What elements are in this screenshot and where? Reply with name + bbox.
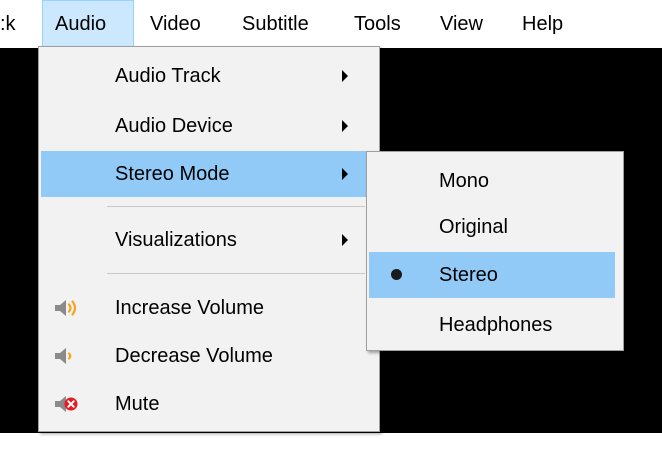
volume-down-icon	[55, 348, 72, 364]
submenu-arrow-icon	[342, 234, 348, 246]
menubar-item-view[interactable]: View	[440, 0, 496, 48]
menubar-item-label: Help	[522, 13, 564, 35]
menubar-item-label: Subtitle	[242, 13, 309, 35]
menubar-item-video[interactable]: Video	[150, 0, 220, 48]
audio-menu: Audio Track Audio Device Stereo Mode Vis…	[38, 46, 380, 432]
menu-item-label: Mute	[115, 393, 160, 415]
menubar-item-label: View	[440, 13, 483, 35]
menu-item-label: Increase Volume	[115, 297, 264, 319]
menu-item-label: Visualizations	[115, 229, 237, 251]
menu-item-label: Audio Device	[115, 115, 233, 137]
submenu-arrow-icon	[342, 120, 348, 132]
menu-item-label: Stereo	[439, 264, 498, 286]
menubar-item-label: :k	[0, 13, 16, 35]
menu-item-label: Audio Track	[115, 65, 221, 87]
menubar: :k Audio Video Subtitle Tools View Help	[0, 0, 662, 48]
menu-item-label: Original	[439, 216, 508, 238]
menu-item-audio-track[interactable]: Audio Track	[41, 53, 377, 99]
menu-item-label: Decrease Volume	[115, 345, 273, 367]
menubar-item-tools[interactable]: Tools	[354, 0, 416, 48]
menubar-item-subtitle[interactable]: Subtitle	[242, 0, 338, 48]
menubar-item-label: Video	[150, 13, 201, 35]
menubar-item-playback[interactable]: :k	[0, 0, 26, 48]
submenu-arrow-icon	[342, 70, 348, 82]
menubar-item-audio[interactable]: Audio	[42, 0, 134, 48]
radio-bullet-icon	[391, 269, 402, 280]
mute-icon	[55, 396, 78, 412]
menu-separator	[107, 273, 365, 274]
menu-item-mono[interactable]: Mono	[369, 158, 621, 204]
menu-item-headphones[interactable]: Headphones	[369, 302, 621, 348]
menu-item-label: Stereo Mode	[115, 163, 230, 185]
menu-item-decrease-volume[interactable]: Decrease Volume	[41, 333, 377, 379]
menu-item-original[interactable]: Original	[369, 204, 621, 250]
menubar-item-label: Tools	[354, 13, 401, 35]
bottom-strip	[0, 433, 662, 449]
volume-up-icon	[55, 300, 77, 316]
menu-separator	[107, 206, 365, 207]
menu-item-label: Headphones	[439, 314, 553, 336]
menu-item-stereo-mode[interactable]: Stereo Mode	[41, 151, 367, 197]
menu-item-audio-device[interactable]: Audio Device	[41, 103, 377, 149]
submenu-arrow-icon	[342, 168, 348, 180]
menu-item-mute[interactable]: Mute	[41, 381, 377, 427]
menu-item-label: Mono	[439, 170, 490, 192]
menu-item-increase-volume[interactable]: Increase Volume	[41, 285, 377, 331]
menu-item-visualizations[interactable]: Visualizations	[41, 217, 377, 263]
menu-item-stereo[interactable]: Stereo	[369, 252, 615, 298]
menubar-item-label: Audio	[55, 13, 107, 35]
stereo-mode-submenu: Mono Original Stereo Headphones	[366, 151, 624, 351]
menubar-item-help[interactable]: Help	[522, 0, 578, 48]
